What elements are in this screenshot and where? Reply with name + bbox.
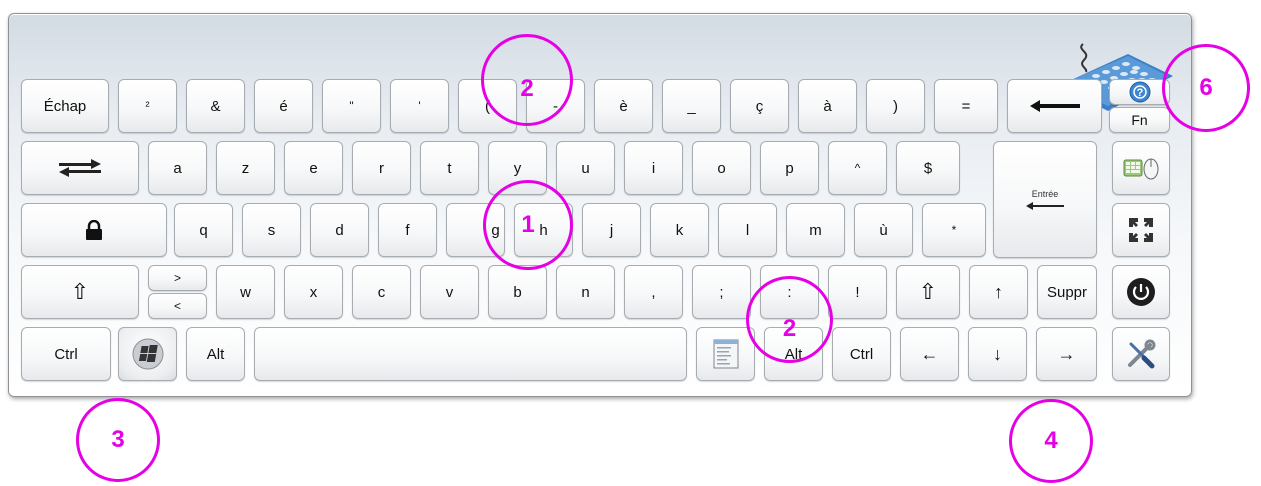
- key-ampersand[interactable]: &: [186, 79, 245, 133]
- backspace-arrow-icon: [1029, 100, 1080, 112]
- key-enter[interactable]: Entrée: [993, 141, 1097, 258]
- key-right-ctrl[interactable]: Ctrl: [832, 327, 891, 381]
- key-i[interactable]: i: [624, 141, 683, 195]
- key-w[interactable]: w: [216, 265, 275, 319]
- power-icon: [1127, 278, 1155, 306]
- dock-resize-button[interactable]: [1112, 203, 1170, 257]
- annotation-circle-6: 6: [1162, 44, 1250, 132]
- lock-icon: [86, 220, 102, 240]
- help-button[interactable]: ?: [1109, 79, 1170, 105]
- settings-button[interactable]: [1112, 327, 1170, 381]
- key-c-cedilla[interactable]: ç: [730, 79, 789, 133]
- enter-label: Entrée: [1031, 188, 1059, 199]
- key-f[interactable]: f: [378, 203, 437, 257]
- annotation-circle-2-bottom: 2: [746, 276, 833, 363]
- key-p[interactable]: p: [760, 141, 819, 195]
- key-arrow-down[interactable]: ↓: [968, 327, 1027, 381]
- key-left-shift[interactable]: ⇧: [21, 265, 139, 319]
- key-n[interactable]: n: [556, 265, 615, 319]
- key-e-grave[interactable]: è: [594, 79, 653, 133]
- key-arrow-left[interactable]: ←: [900, 327, 959, 381]
- key-m[interactable]: m: [786, 203, 845, 257]
- svg-text:?: ?: [1136, 87, 1143, 99]
- key-comma[interactable]: ,: [624, 265, 683, 319]
- key-u-grave[interactable]: ù: [854, 203, 913, 257]
- key-backspace[interactable]: [1007, 79, 1102, 133]
- key-space[interactable]: [254, 327, 687, 381]
- key-underscore[interactable]: _: [662, 79, 721, 133]
- tab-arrows-icon: [59, 159, 101, 177]
- key-less-than[interactable]: <: [148, 293, 207, 319]
- key-windows[interactable]: [118, 327, 177, 381]
- key-e-acute[interactable]: é: [254, 79, 313, 133]
- key-arrow-up[interactable]: ↑: [969, 265, 1028, 319]
- key-v[interactable]: v: [420, 265, 479, 319]
- key-a-grave[interactable]: à: [798, 79, 857, 133]
- windows-logo-icon: [132, 338, 163, 370]
- keypad-mouse-icon: [1123, 158, 1159, 180]
- annotation-circle-2-top: 2: [481, 34, 573, 126]
- key-superscript-two[interactable]: ²: [118, 79, 177, 133]
- key-t[interactable]: t: [420, 141, 479, 195]
- key-greater-than[interactable]: >: [148, 265, 207, 291]
- key-x[interactable]: x: [284, 265, 343, 319]
- annotation-circle-3: 3: [76, 398, 160, 482]
- key-left-ctrl[interactable]: Ctrl: [21, 327, 111, 381]
- key-a[interactable]: a: [148, 141, 207, 195]
- enter-arrow-icon: [1026, 201, 1064, 210]
- key-q[interactable]: q: [174, 203, 233, 257]
- key-u[interactable]: u: [556, 141, 615, 195]
- key-delete[interactable]: Suppr: [1037, 265, 1097, 319]
- key-left-alt[interactable]: Alt: [186, 327, 245, 381]
- key-dollar[interactable]: $: [896, 141, 960, 195]
- key-right-shift[interactable]: ⇧: [896, 265, 960, 319]
- annotation-circle-4: 4: [1009, 399, 1093, 483]
- key-k[interactable]: k: [650, 203, 709, 257]
- key-arrow-right[interactable]: →: [1036, 327, 1097, 381]
- key-caps-lock[interactable]: [21, 203, 167, 257]
- key-circumflex[interactable]: ^: [828, 141, 887, 195]
- context-menu-icon: [713, 339, 738, 369]
- key-o[interactable]: o: [692, 141, 751, 195]
- key-exclamation[interactable]: !: [828, 265, 887, 319]
- key-b[interactable]: b: [488, 265, 547, 319]
- key-c[interactable]: c: [352, 265, 411, 319]
- key-escape[interactable]: Échap: [21, 79, 109, 133]
- tools-icon: [1128, 339, 1156, 369]
- power-button[interactable]: [1112, 265, 1170, 319]
- help-icon: ?: [1129, 81, 1150, 103]
- key-z[interactable]: z: [216, 141, 275, 195]
- key-double-quote[interactable]: ": [322, 79, 381, 133]
- key-j[interactable]: j: [582, 203, 641, 257]
- key-fn[interactable]: Fn: [1109, 107, 1170, 133]
- key-e[interactable]: e: [284, 141, 343, 195]
- key-d[interactable]: d: [310, 203, 369, 257]
- key-r[interactable]: r: [352, 141, 411, 195]
- key-tab[interactable]: [21, 141, 139, 195]
- key-context-menu[interactable]: [696, 327, 755, 381]
- keyboard-mouse-toggle-button[interactable]: [1112, 141, 1170, 195]
- shrink-arrows-icon: [1129, 218, 1153, 242]
- key-semicolon[interactable]: ;: [692, 265, 751, 319]
- key-close-paren[interactable]: ): [866, 79, 925, 133]
- key-asterisk[interactable]: *: [922, 203, 986, 257]
- key-apostrophe[interactable]: ': [390, 79, 449, 133]
- key-equals[interactable]: =: [934, 79, 998, 133]
- key-s[interactable]: s: [242, 203, 301, 257]
- key-l[interactable]: l: [718, 203, 777, 257]
- annotation-circle-1: 1: [483, 180, 573, 270]
